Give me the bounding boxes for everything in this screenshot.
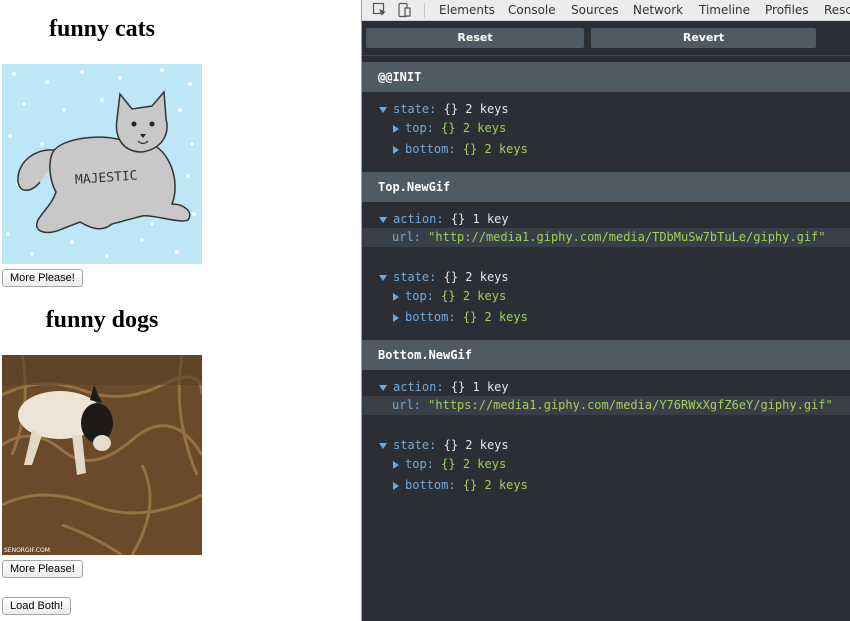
dog-gif-image: SENORGIF.COM (2, 355, 202, 555)
tab-console[interactable]: Console (508, 3, 556, 18)
tab-resources[interactable]: Resc (824, 3, 850, 18)
tab-timeline[interactable]: Timeline (699, 3, 750, 18)
devtools-panel: Elements Console Sources Network Timelin… (361, 0, 850, 621)
dog-photo: SENORGIF.COM (2, 355, 202, 555)
dogs-more-button[interactable]: More Please! (2, 560, 83, 578)
bottom-tree-row[interactable]: bottom: {} 2 keys (393, 140, 528, 158)
bottom-tree-row[interactable]: bottom: {} 2 keys (393, 476, 528, 494)
cat-illustration: MAJESTIC (2, 64, 202, 264)
devtools-tab-bar: Elements Console Sources Network Timelin… (362, 0, 850, 21)
tab-profiles[interactable]: Profiles (765, 3, 809, 18)
action-header-init[interactable]: @@INIT (362, 62, 850, 92)
expand-arrow-icon[interactable] (379, 216, 387, 223)
collapse-arrow-icon[interactable] (393, 481, 399, 490)
state-tree-row[interactable]: state: {} 2 keys (379, 436, 509, 454)
action-log: @@INIT state: {} 2 keys top: {} 2 keys b… (362, 56, 850, 621)
revert-button[interactable]: Revert (591, 28, 816, 48)
url-value-row[interactable]: url: "https://media1.giphy.com/media/Y76… (362, 396, 850, 415)
load-both-button[interactable]: Load Both! (2, 597, 72, 615)
top-tree-row[interactable]: top: {} 2 keys (393, 119, 506, 137)
action-header-top-newgif[interactable]: Top.NewGif (362, 172, 850, 202)
url-value-row[interactable]: url: "http://media1.giphy.com/media/TDbM… (362, 228, 850, 247)
collapse-arrow-icon[interactable] (393, 124, 399, 133)
collapse-arrow-icon[interactable] (393, 460, 399, 469)
cats-more-button[interactable]: More Please! (2, 269, 83, 287)
expand-arrow-icon[interactable] (379, 384, 387, 391)
devtools-action-bar: Reset Revert (362, 21, 850, 55)
top-tree-row[interactable]: top: {} 2 keys (393, 455, 506, 473)
state-tree-row[interactable]: state: {} 2 keys (379, 100, 509, 118)
tab-sources[interactable]: Sources (571, 3, 618, 18)
bottom-tree-row[interactable]: bottom: {} 2 keys (393, 308, 528, 326)
tab-elements[interactable]: Elements (439, 3, 495, 18)
app-panel: funny cats MAJESTIC More Please! funny d… (0, 0, 361, 621)
device-mode-icon[interactable] (396, 2, 412, 18)
cats-title: funny cats (48, 16, 156, 42)
cat-gif-image: MAJESTIC (2, 64, 202, 264)
reset-button[interactable]: Reset (366, 28, 584, 48)
top-tree-row[interactable]: top: {} 2 keys (393, 287, 506, 305)
expand-arrow-icon[interactable] (379, 106, 387, 113)
collapse-arrow-icon[interactable] (393, 313, 399, 322)
action-tree-row[interactable]: action: {} 1 key (379, 210, 509, 228)
tab-network[interactable]: Network (633, 3, 683, 18)
expand-arrow-icon[interactable] (379, 274, 387, 281)
dog-watermark-text: SENORGIF.COM (4, 547, 50, 554)
dogs-title: funny dogs (45, 307, 159, 333)
collapse-arrow-icon[interactable] (393, 145, 399, 154)
inspect-element-icon[interactable] (372, 2, 388, 18)
action-tree-row[interactable]: action: {} 1 key (379, 378, 509, 396)
collapse-arrow-icon[interactable] (393, 292, 399, 301)
expand-arrow-icon[interactable] (379, 442, 387, 449)
tab-separator (424, 3, 425, 18)
action-header-bottom-newgif[interactable]: Bottom.NewGif (362, 340, 850, 370)
state-tree-row[interactable]: state: {} 2 keys (379, 268, 509, 286)
